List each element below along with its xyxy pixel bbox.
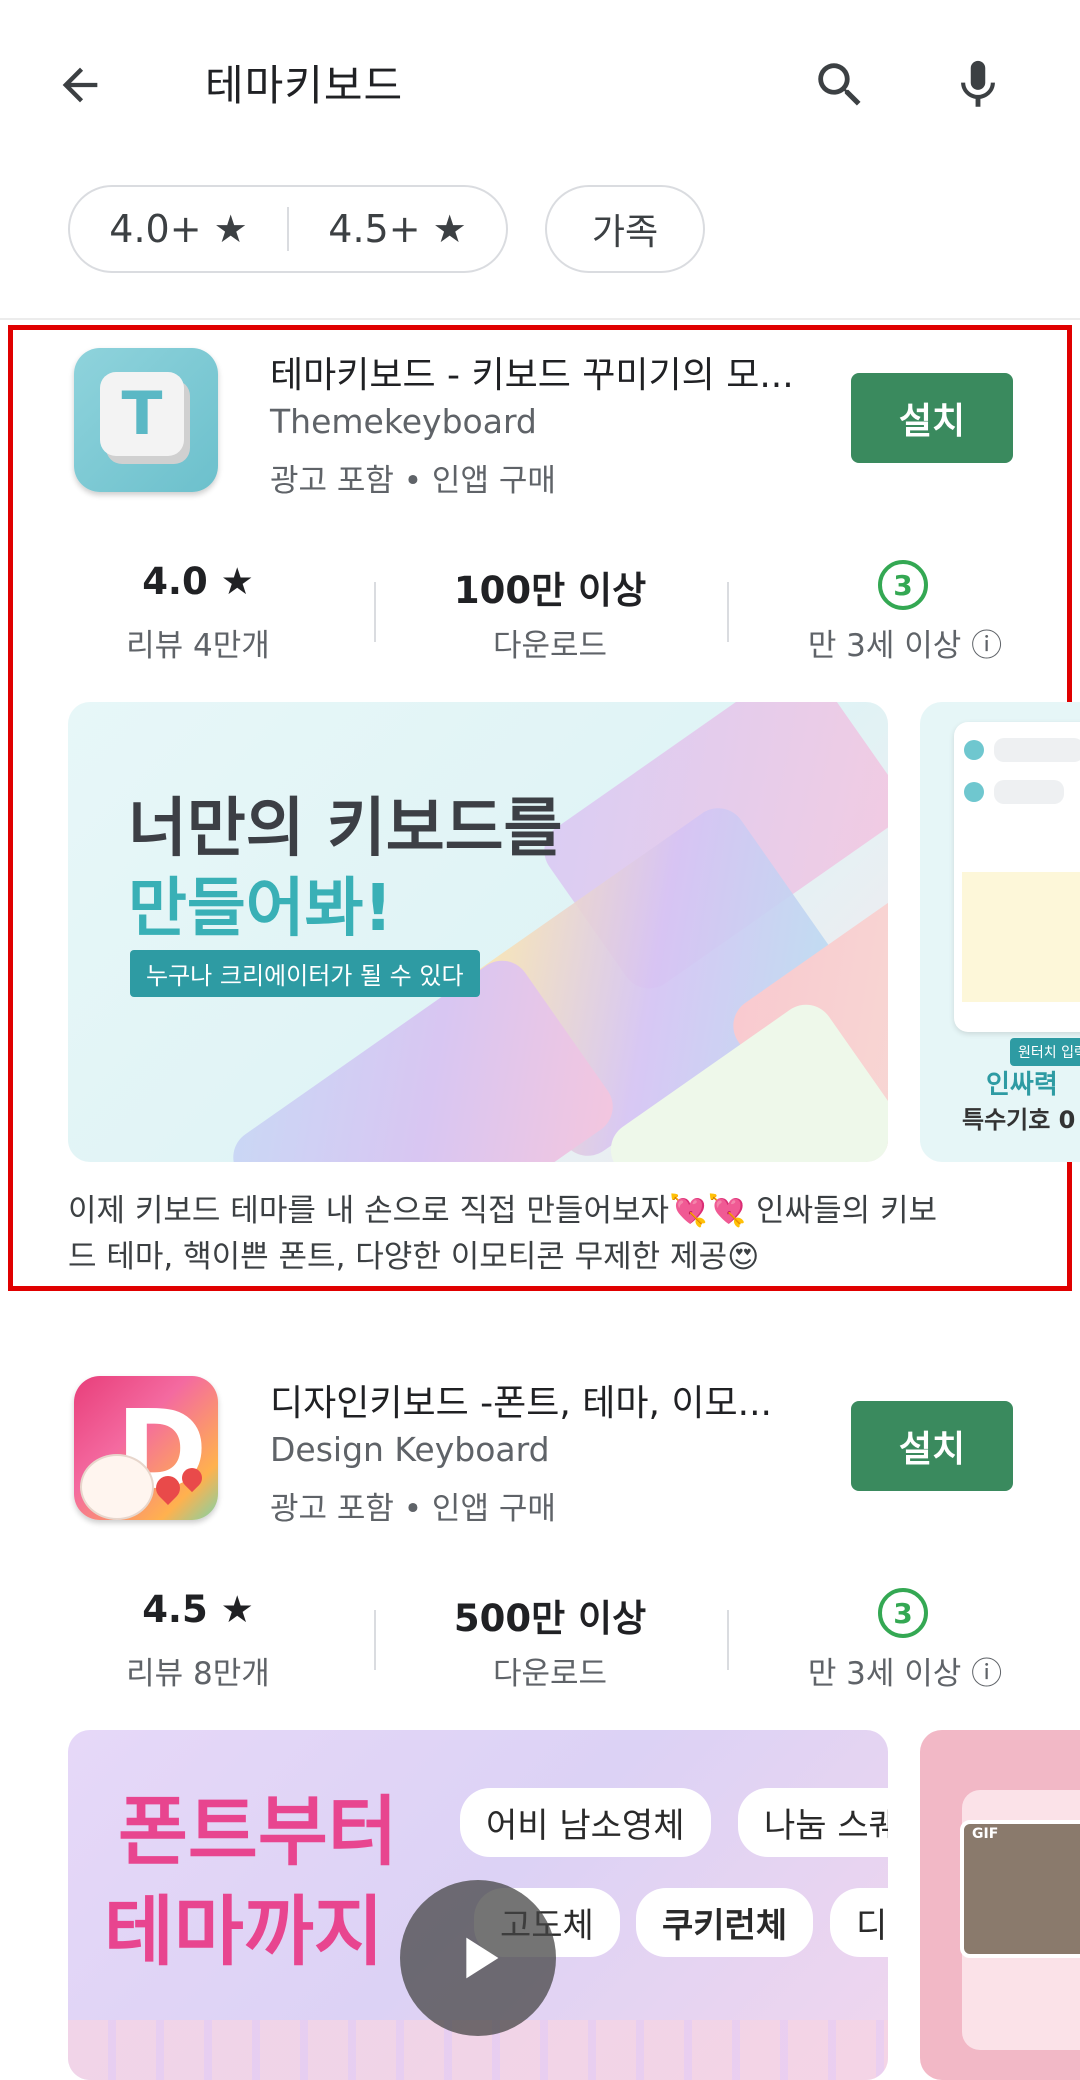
voice-search-button[interactable]	[938, 45, 1018, 125]
stat-divider	[727, 582, 729, 642]
stat-divider	[374, 582, 376, 642]
family-filter-chip[interactable]: 가족	[545, 185, 705, 273]
screenshot-tag: 누구나 크리에이터가 될 수 있다	[130, 950, 480, 997]
app-meta: 광고 포함 • 인앱 구매	[270, 1491, 556, 1527]
app-description: 이제 키보드 테마를 내 손으로 직접 만들어보자💘💘 인싸들의 키보드 테마,…	[68, 1193, 938, 1275]
divider	[0, 318, 1080, 320]
downloads-value: 100만 이상	[453, 569, 647, 612]
age-rating-badge: 3	[878, 560, 928, 610]
search-query[interactable]: 테마키보드	[205, 52, 403, 113]
screenshot-headline: 인싸력	[986, 1070, 1058, 1100]
stat-divider	[727, 1610, 729, 1670]
screenshot-subheadline: 특수기호 0	[962, 1106, 1076, 1134]
app-icon[interactable]: D	[74, 1376, 218, 1520]
downloads-value: 500만 이상	[453, 1597, 647, 1640]
stat-divider	[374, 1610, 376, 1670]
age-rating-label[interactable]: 만 3세 이상 ⓘ	[790, 1648, 1020, 1693]
gif-badge: GIF	[972, 1826, 999, 1842]
search-icon	[818, 63, 861, 106]
play-icon	[466, 1937, 499, 1979]
rating-value: 4.5 ★	[142, 1588, 254, 1631]
app-video-preview[interactable]: 폰트부터 테마까지 어비 남소영체 나눔 스퀘 고도체 쿠키런체 디지	[68, 1730, 888, 2080]
install-button[interactable]: 설치	[851, 1401, 1013, 1491]
rating-label: 리뷰 8만개	[126, 1656, 270, 1692]
install-button[interactable]: 설치	[851, 373, 1013, 463]
app-developer: Design Keyboard	[270, 1430, 550, 1469]
age-rating-badge: 3	[878, 1588, 928, 1638]
app-screenshot[interactable]: 너만의 키보드를 만들어봐! 누구나 크리에이터가 될 수 있다	[68, 702, 888, 1162]
rating-filter-4-5[interactable]: 4.5+ ★	[289, 187, 506, 271]
font-chip: 나눔 스퀘	[738, 1788, 888, 1857]
screenshot-subheadline: 테마까지	[104, 1887, 384, 1976]
app-screenshot[interactable]: GIF	[920, 1730, 1080, 2080]
downloads-label: 다운로드	[492, 628, 608, 664]
screenshot-tag: 원터치 입력	[1010, 1038, 1080, 1066]
screenshot-headline: 폰트부터	[118, 1787, 398, 1876]
font-chip: 디지	[830, 1888, 888, 1957]
play-button[interactable]	[400, 1880, 556, 2036]
screenshot-subheadline: 만들어봐!	[128, 872, 393, 946]
back-button[interactable]	[40, 45, 120, 125]
age-rating-label[interactable]: 만 3세 이상 ⓘ	[790, 620, 1020, 665]
font-chip: 쿠키런체	[636, 1888, 814, 1957]
microphone-icon	[961, 60, 995, 107]
font-chip: 어비 남소영체	[460, 1788, 711, 1857]
rating-filter-group: 4.0+ ★ 4.5+ ★	[68, 185, 508, 273]
app-icon-letter: T	[121, 379, 163, 449]
rating-value: 4.0 ★	[142, 560, 254, 603]
app-title[interactable]: 디자인키보드 -폰트, 테마, 이모...	[270, 1374, 772, 1426]
downloads-label: 다운로드	[492, 1656, 608, 1692]
app-meta: 광고 포함 • 인앱 구매	[270, 463, 556, 499]
search-button[interactable]	[800, 45, 880, 125]
rating-label: 리뷰 4만개	[126, 628, 270, 664]
rating-filter-4-0[interactable]: 4.0+ ★	[70, 187, 287, 271]
app-developer: Themekeyboard	[270, 402, 537, 441]
screenshot-headline: 너만의 키보드를	[128, 792, 563, 866]
app-icon[interactable]: T	[74, 348, 218, 492]
arrow-back-icon	[62, 67, 98, 103]
app-screenshot[interactable]: 원터치 입력 인싸력 특수기호 0	[920, 702, 1080, 1162]
app-title[interactable]: 테마키보드 - 키보드 꾸미기의 모...	[270, 346, 794, 398]
